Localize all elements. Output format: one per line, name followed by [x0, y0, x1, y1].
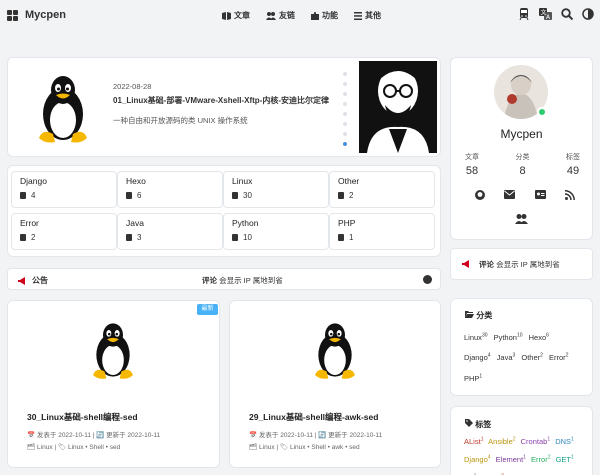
mail-icon[interactable]	[504, 190, 516, 199]
post-title[interactable]: 29_Linux基础-shell编程-awk-sed	[249, 411, 378, 423]
site-brand[interactable]: Mycpen	[7, 9, 66, 21]
book-icon	[338, 192, 344, 199]
tux-penguin-image	[93, 323, 133, 379]
menu-item-friends[interactable]: 友链	[266, 10, 295, 21]
sidebar-tag-item[interactable]: Ansible2	[488, 436, 515, 446]
menu-item-articles[interactable]: 文章	[222, 10, 250, 21]
sidebar-tag-list: AList1 Ansible2 Crontab1 DNS1 Django4 El…	[464, 431, 589, 475]
carousel-dot[interactable]	[343, 132, 347, 136]
arrow-right-circle-icon[interactable]	[423, 275, 432, 284]
featured-post-title[interactable]: 01_Linux基础-部署-VMware-Xshell-Xftp-内核-安迪比尔…	[113, 95, 348, 106]
book-open-icon	[222, 11, 231, 20]
darkmode-icon[interactable]	[582, 8, 594, 20]
sidebar-announcement-text: 评论 会显示 IP 属地到省	[479, 260, 560, 269]
sidebar-category-item[interactable]: Python10	[494, 332, 523, 342]
announcement-text: 评论 会显示 IP 属地到省	[202, 276, 283, 285]
author-name: Mycpen	[500, 127, 543, 141]
carousel-dot[interactable]	[343, 72, 347, 76]
list-icon	[354, 11, 362, 20]
stat-articles[interactable]: 文章 58	[465, 152, 479, 177]
main-menu: 文章 友链 功能 其他	[222, 10, 381, 21]
users-icon	[266, 11, 276, 20]
grid-logo-icon	[7, 9, 18, 21]
tags-icon	[465, 419, 473, 427]
book-icon	[20, 234, 26, 241]
category-error[interactable]: Error 2	[11, 213, 117, 250]
sidebar-category-item[interactable]: PHP1	[464, 373, 482, 383]
train-icon[interactable]	[518, 8, 530, 20]
top-navbar: Mycpen 文章 友链 功能 其他 文A	[0, 0, 600, 32]
folder-open-icon	[465, 311, 474, 318]
author-stats: 文章 58 分类 8 标签 49	[465, 152, 580, 177]
github-icon[interactable]	[475, 190, 485, 200]
users-icon[interactable]	[515, 214, 528, 224]
site-title: Mycpen	[25, 9, 66, 21]
category-other[interactable]: Other 2	[329, 171, 435, 208]
tux-penguin-image	[39, 76, 87, 143]
carousel-dot[interactable]	[343, 102, 347, 106]
sidebar-category-item[interactable]: Django4	[464, 353, 491, 363]
book-icon	[20, 192, 26, 199]
carousel-dot[interactable]	[343, 112, 347, 116]
carousel-dot[interactable]	[343, 122, 347, 126]
sidebar-tag-item[interactable]: Crontab1	[521, 436, 550, 446]
nav-tools: 文A	[518, 8, 594, 20]
carousel-dot-active[interactable]	[343, 142, 347, 146]
sidebar-category-item[interactable]: Error2	[549, 353, 568, 363]
sidebar-tag-item[interactable]: Django4	[464, 455, 491, 465]
carousel-dot[interactable]	[343, 92, 347, 96]
online-status-dot	[537, 107, 547, 117]
book-icon	[338, 234, 344, 241]
category-python[interactable]: Python 10	[223, 213, 329, 250]
puzzle-icon	[311, 11, 319, 20]
sidebar-tag-item[interactable]: GET1	[556, 455, 574, 465]
book-icon	[232, 192, 238, 199]
post-tags[interactable]: 🗂 Linux | 🏷 Linux • Shell • sed	[27, 443, 120, 451]
sidebar-tags-heading: 标签	[465, 419, 491, 430]
announcement-label: 公告	[32, 276, 48, 285]
sidebar-category-item[interactable]: Java3	[497, 353, 516, 363]
tux-penguin-image	[315, 323, 355, 379]
category-django[interactable]: Django 4	[11, 171, 117, 208]
stat-categories[interactable]: 分类 8	[516, 152, 530, 177]
carousel-indicators	[343, 72, 347, 146]
category-linux[interactable]: Linux 30	[223, 171, 329, 208]
rss-icon[interactable]	[564, 190, 575, 200]
sidebar-announcement[interactable]: 评论 会显示 IP 属地到省	[450, 248, 593, 280]
translate-icon[interactable]: 文A	[539, 8, 552, 20]
sidebar-categories-heading: 分类	[465, 310, 492, 321]
sidebar-tag-item[interactable]: AList1	[464, 436, 483, 446]
newest-badge: 最新	[197, 304, 218, 315]
category-php[interactable]: PHP 1	[329, 213, 435, 250]
megaphone-icon	[18, 276, 25, 285]
stat-tags[interactable]: 标签 49	[566, 152, 580, 177]
book-icon	[126, 192, 132, 199]
post-dates: 📅 发表于 2022-10-11 | 🔄 更新于 2022-10-11	[249, 432, 383, 439]
sidebar-category-item[interactable]: Hexo6	[529, 332, 549, 342]
menu-item-other[interactable]: 其他	[354, 10, 381, 21]
post-dates: 📅 发表于 2022-10-11 | 🔄 更新于 2022-10-11	[27, 432, 161, 439]
featured-post-date: 2022-08-28	[113, 82, 152, 91]
menu-item-features[interactable]: 功能	[311, 10, 338, 21]
book-icon	[126, 234, 132, 241]
sidebar-category-list: Linux30 Python10 Hexo6 Django4 Java3 Oth…	[464, 326, 584, 388]
search-icon[interactable]	[561, 8, 573, 20]
featured-post-description: 一种自由和开放源码的类 UNIX 操作系统	[113, 116, 248, 125]
sidebar-category-item[interactable]: Other2	[521, 353, 543, 363]
carousel-dot[interactable]	[343, 82, 347, 86]
category-java[interactable]: Java 3	[117, 213, 223, 250]
book-icon	[232, 234, 238, 241]
sidebar-category-item[interactable]: Linux30	[464, 332, 488, 342]
sidebar-tag-item[interactable]: Element1	[496, 455, 526, 465]
category-hexo[interactable]: Hexo 6	[117, 171, 223, 208]
announcement-bar[interactable]: 公告 评论 会显示 IP 属地到省	[7, 268, 441, 290]
sidebar-tag-item[interactable]: DNS1	[555, 436, 574, 446]
sidebar-tag-item[interactable]: Error2	[531, 455, 550, 465]
portrait-thumbnail-image[interactable]	[359, 61, 437, 153]
social-links	[475, 190, 575, 200]
post-tags[interactable]: 🗂 Linux | 🏷 Linux • Shell • awk • sed	[249, 443, 360, 451]
megaphone-icon	[462, 260, 469, 268]
id-card-icon[interactable]	[534, 190, 546, 199]
post-title[interactable]: 30_Linux基础-shell编程-sed	[27, 411, 138, 423]
